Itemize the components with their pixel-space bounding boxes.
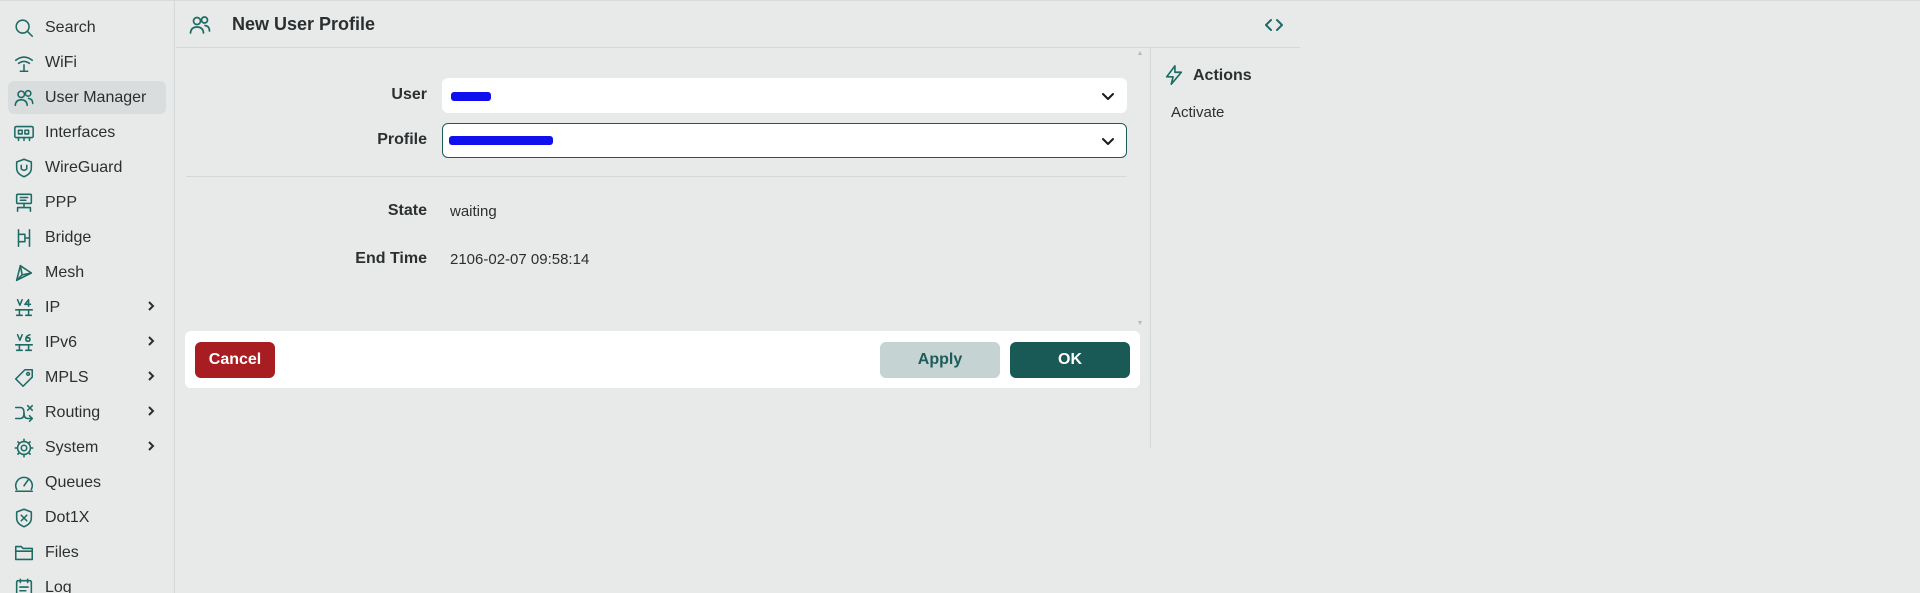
dot1x-icon [12, 506, 36, 530]
sidebar-item-dot1x[interactable]: Dot1X [8, 501, 166, 534]
chevron-right-icon [144, 334, 158, 348]
ppp-icon [12, 191, 36, 215]
user-select[interactable] [442, 78, 1127, 113]
ipv6-icon [12, 331, 36, 355]
sidebar-item-label: IPv6 [45, 333, 78, 351]
user-label: User [391, 86, 427, 103]
form-divider [186, 176, 1127, 177]
state-label: State [387, 202, 427, 219]
sidebar-item-ppp[interactable]: PPP [8, 186, 166, 219]
sidebar-item-ip[interactable]: IP [8, 291, 166, 324]
sidebar-item-mpls[interactable]: MPLS [8, 361, 166, 394]
ipv4-icon [12, 296, 36, 320]
code-view-toggle-icon[interactable] [1262, 13, 1286, 37]
sidebar-item-log[interactable]: Log [8, 571, 166, 593]
sidebar-item-files[interactable]: Files [8, 536, 166, 569]
sidebar-item-label: Search [45, 18, 96, 36]
sidebar-item-label: Log [45, 578, 72, 593]
sidebar-item-queues[interactable]: Queues [8, 466, 166, 499]
sidebar-item-wifi[interactable]: WiFi [8, 46, 166, 79]
folder-icon [12, 541, 36, 565]
profile-form: User Profile State End Time waiting 2106… [176, 48, 1137, 328]
users-icon [12, 86, 36, 110]
sidebar-item-interfaces[interactable]: Interfaces [8, 116, 166, 149]
wifi-icon [12, 51, 36, 75]
sidebar-item-label: Bridge [45, 228, 92, 246]
sidebar-item-label: Interfaces [45, 123, 116, 141]
chevron-right-icon [144, 369, 158, 383]
apply-button[interactable]: Apply [880, 342, 1000, 378]
ok-button[interactable]: OK [1010, 342, 1130, 378]
actions-title: Actions [1193, 67, 1252, 84]
actions-panel: Actions Activate [1150, 48, 1300, 448]
sidebar-item-label: WireGuard [45, 158, 123, 176]
scroll-down-icon[interactable]: ▼ [1136, 320, 1144, 328]
sidebar-item-label: IP [45, 298, 61, 316]
sidebar-item-label: WiFi [45, 53, 77, 71]
sidebar: Search WiFi User Manager Interfaces Wire… [0, 1, 175, 593]
sidebar-item-label: PPP [45, 193, 78, 211]
gauge-icon [12, 471, 36, 495]
mesh-icon [12, 261, 36, 285]
activate-action[interactable]: Activate [1171, 104, 1224, 121]
profile-select[interactable] [442, 123, 1127, 158]
routing-icon [12, 401, 36, 425]
end-time-label: End Time [355, 250, 427, 267]
sidebar-item-label: MPLS [45, 368, 89, 386]
chevron-right-icon [144, 404, 158, 418]
chevron-down-icon [1100, 88, 1116, 104]
shield-icon [12, 156, 36, 180]
sidebar-item-label: Files [45, 543, 79, 561]
lightning-icon [1163, 64, 1185, 86]
page-title: New User Profile [232, 14, 376, 34]
sidebar-item-label: Dot1X [45, 508, 90, 526]
sidebar-item-ipv6[interactable]: IPv6 [8, 326, 166, 359]
gear-icon [12, 436, 36, 460]
sidebar-item-search[interactable]: Search [8, 11, 166, 44]
state-value: waiting [450, 203, 497, 220]
sidebar-item-mesh[interactable]: Mesh [8, 256, 166, 289]
form-footer: Cancel Apply OK [185, 331, 1140, 388]
scroll-up-icon[interactable]: ▲ [1136, 50, 1144, 58]
bridge-icon [12, 226, 36, 250]
users-icon [188, 13, 212, 37]
sidebar-item-routing[interactable]: Routing [8, 396, 166, 429]
sidebar-item-wireguard[interactable]: WireGuard [8, 151, 166, 184]
sidebar-item-bridge[interactable]: Bridge [8, 221, 166, 254]
search-icon [12, 16, 36, 40]
cancel-button[interactable]: Cancel [195, 342, 275, 378]
page-header: New User Profile [176, 1, 1300, 48]
profile-label: Profile [377, 131, 427, 148]
sidebar-item-label: Queues [45, 473, 102, 491]
redacted-mark [451, 91, 491, 101]
chevron-right-icon [144, 299, 158, 313]
sidebar-item-label: Mesh [45, 263, 85, 281]
log-icon [12, 576, 36, 593]
chevron-right-icon [144, 439, 158, 453]
tag-icon [12, 366, 36, 390]
sidebar-item-label: Routing [45, 403, 101, 421]
sidebar-item-user-manager[interactable]: User Manager [8, 81, 166, 114]
interfaces-icon [12, 121, 36, 145]
end-time-value: 2106-02-07 09:58:14 [450, 251, 590, 268]
sidebar-item-system[interactable]: System [8, 431, 166, 464]
redacted-mark [449, 135, 553, 145]
sidebar-item-label: User Manager [45, 88, 147, 106]
sidebar-item-label: System [45, 438, 99, 456]
form-scrollbar[interactable]: ▲ ▼ [1136, 48, 1144, 330]
chevron-down-icon [1100, 133, 1116, 149]
